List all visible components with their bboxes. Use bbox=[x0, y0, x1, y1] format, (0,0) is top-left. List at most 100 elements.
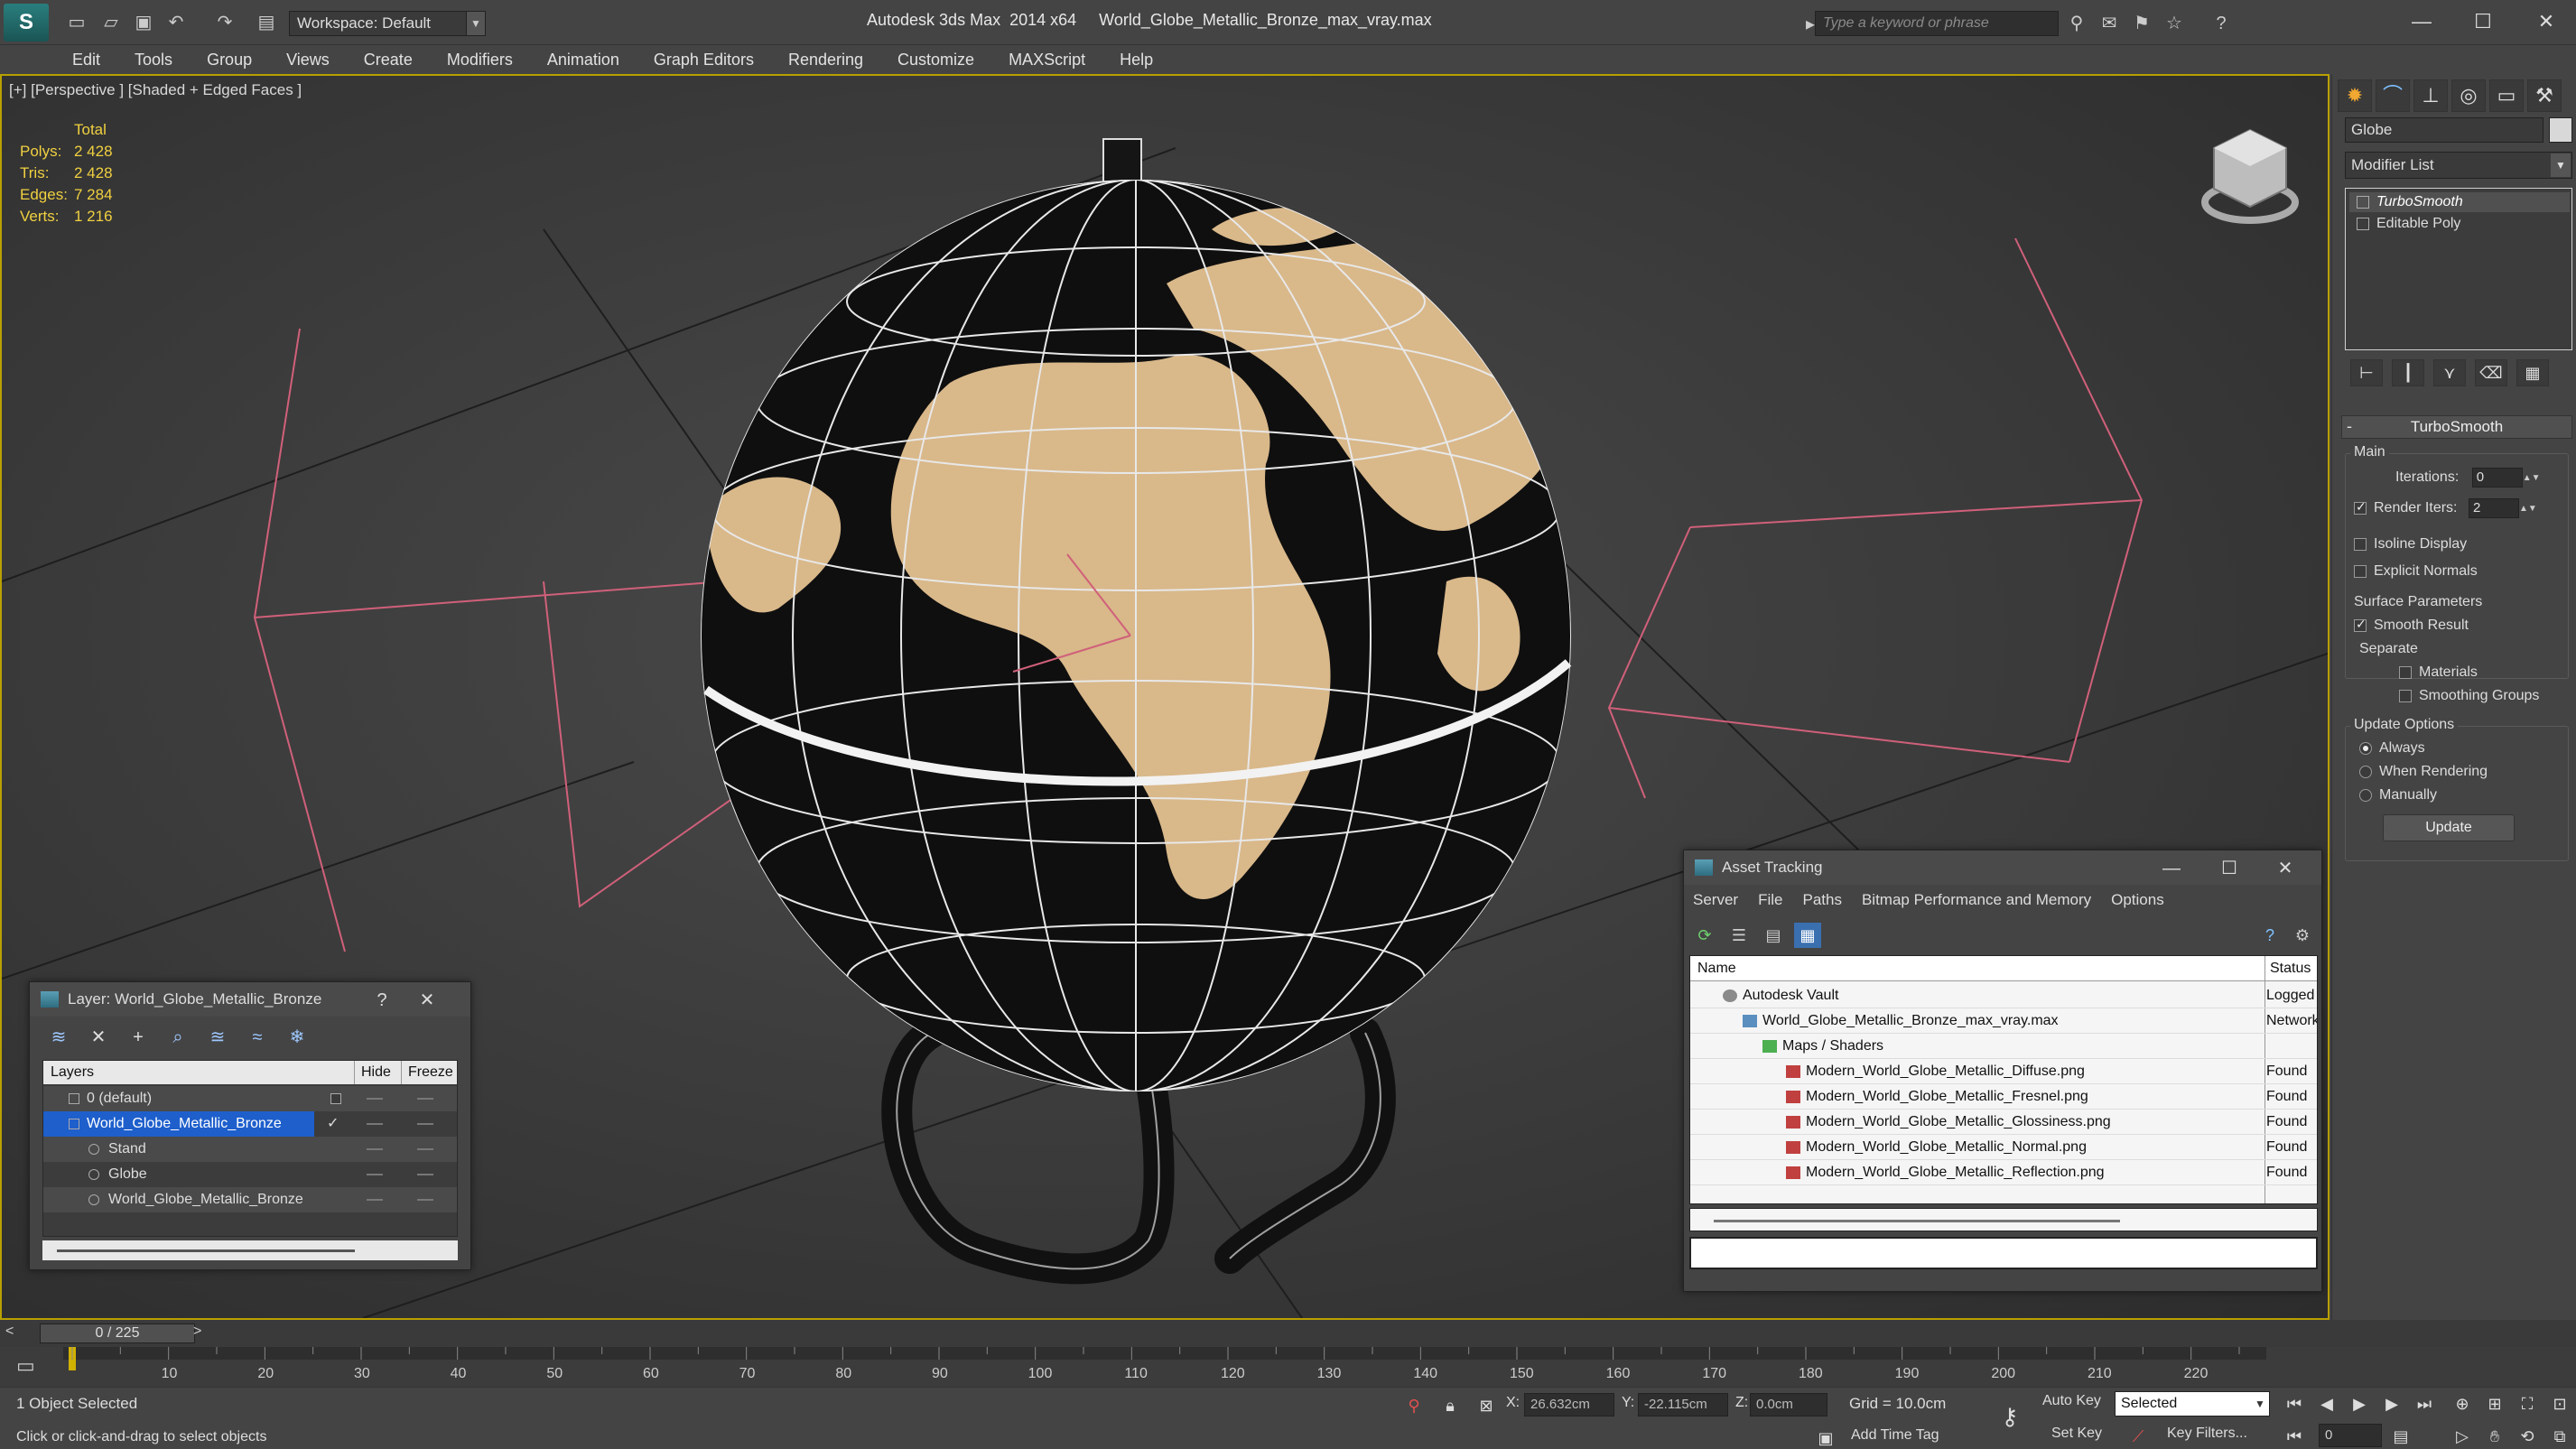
materials-checkbox[interactable] bbox=[2399, 665, 2412, 679]
hide-all-layers-icon[interactable]: ≈ bbox=[241, 1024, 274, 1051]
track-bar[interactable]: ▭ 10 20 30 40 50 60 70 80 90 100 110 120 130 140 150 16… bbox=[0, 1347, 2576, 1387]
orbit-icon[interactable]: ⟲ bbox=[2514, 1424, 2541, 1449]
smoothing-groups-row[interactable]: Smoothing Groups bbox=[2399, 688, 2539, 704]
hide-toggle[interactable] bbox=[367, 1098, 383, 1100]
asset-menu-server[interactable]: Server bbox=[1693, 891, 1738, 909]
maximize-icon[interactable]: ☐ bbox=[2456, 5, 2510, 38]
hide-toggle[interactable] bbox=[367, 1174, 383, 1175]
layer-row[interactable]: 0 (default) bbox=[43, 1086, 457, 1111]
when-rendering-row[interactable]: When Rendering bbox=[2359, 764, 2488, 780]
asset-row-texture[interactable]: Modern_World_Globe_Metallic_Normal.png F… bbox=[1690, 1135, 2317, 1160]
workspace-dropdown[interactable]: Workspace: Default bbox=[289, 11, 479, 36]
previous-frame-arrow[interactable]: < bbox=[5, 1324, 14, 1340]
menu-maxscript[interactable]: MAXScript bbox=[1009, 51, 1085, 70]
app-logo-icon[interactable]: S bbox=[4, 4, 49, 42]
asset-row-texture[interactable]: Modern_World_Globe_Metallic_Glossiness.p… bbox=[1690, 1110, 2317, 1135]
isoline-row[interactable]: Isoline Display bbox=[2354, 536, 2467, 553]
asset-list[interactable]: Name Status Autodesk Vault Logged O Worl… bbox=[1689, 955, 2318, 1204]
menu-help[interactable]: Help bbox=[1120, 51, 1153, 70]
col-freeze[interactable]: Freeze bbox=[408, 1061, 453, 1084]
collapse-rollout-icon[interactable]: - bbox=[2347, 415, 2352, 437]
explicit-normals-checkbox[interactable] bbox=[2354, 564, 2367, 578]
freeze-toggle[interactable] bbox=[417, 1123, 433, 1125]
add-to-layer-icon[interactable]: + bbox=[122, 1024, 154, 1051]
x-coord-field[interactable]: 26.632cm bbox=[1524, 1393, 1614, 1416]
smoothing-groups-checkbox[interactable] bbox=[2399, 689, 2412, 702]
col-name[interactable]: Name bbox=[1697, 956, 1736, 981]
modifier-list-dropdown[interactable]: Modifier List bbox=[2345, 152, 2572, 179]
time-tag-icon[interactable]: ▣ bbox=[1813, 1426, 1838, 1449]
search-input[interactable]: Type a keyword or phrase bbox=[1815, 11, 2059, 36]
zoom-extents-icon[interactable]: ⛶ bbox=[2514, 1391, 2541, 1416]
col-status[interactable]: Status bbox=[2270, 956, 2311, 981]
expand-plus-icon[interactable] bbox=[2357, 218, 2369, 230]
selection-lock-icon[interactable]: 🔒︎ bbox=[1437, 1393, 1463, 1418]
close-icon[interactable]: ✕ bbox=[2267, 858, 2303, 879]
new-file-icon[interactable]: ▭ bbox=[65, 11, 88, 34]
set-key-button[interactable]: Set Key bbox=[2051, 1426, 2102, 1442]
layers-list[interactable]: Layers Hide Freeze 0 (default) World_Glo… bbox=[42, 1060, 458, 1237]
freeze-toggle[interactable] bbox=[417, 1148, 433, 1150]
asset-menu-paths[interactable]: Paths bbox=[1802, 891, 1841, 909]
play-icon[interactable]: ▶︎ bbox=[2346, 1391, 2373, 1416]
z-coord-field[interactable]: 0.0cm bbox=[1750, 1393, 1827, 1416]
menu-tools[interactable]: Tools bbox=[135, 51, 172, 70]
auto-key-button[interactable]: Auto Key bbox=[2042, 1393, 2101, 1409]
object-color-swatch[interactable] bbox=[2549, 117, 2572, 143]
always-row[interactable]: Always bbox=[2359, 740, 2425, 757]
asset-tracking-window[interactable]: Asset Tracking — ☐ ✕ Server File Paths B… bbox=[1683, 850, 2322, 1292]
viewport-label[interactable]: [+] [Perspective ] [Shaded + Edged Faces… bbox=[9, 81, 302, 99]
close-icon[interactable]: ✕ bbox=[2519, 5, 2573, 38]
add-time-tag[interactable]: Add Time Tag bbox=[1851, 1427, 1939, 1444]
select-objects-icon[interactable]: ⌕ bbox=[162, 1024, 194, 1051]
asset-menu-bitmap-performance[interactable]: Bitmap Performance and Memory bbox=[1862, 891, 2091, 909]
viewcube-icon[interactable] bbox=[2187, 112, 2313, 238]
key-filters-button[interactable]: Key Filters... bbox=[2167, 1426, 2247, 1442]
save-file-icon[interactable]: ▣ bbox=[132, 11, 155, 34]
layer-row[interactable]: Stand bbox=[43, 1137, 457, 1162]
delete-layer-icon[interactable]: ✕ bbox=[82, 1024, 115, 1051]
asset-menu-file[interactable]: File bbox=[1758, 891, 1782, 909]
default-tangent-icon[interactable]: ⟋ bbox=[2125, 1424, 2151, 1449]
stack-item-turbosmooth[interactable]: TurboSmooth bbox=[2349, 192, 2570, 212]
previous-frame-icon[interactable]: ◀︎ bbox=[2313, 1391, 2340, 1416]
goto-end-icon[interactable]: ⏭ bbox=[2411, 1391, 2438, 1416]
frame-ruler[interactable]: 10 20 30 40 50 60 70 80 90 100 110 120 130 140 150 160 1… bbox=[63, 1347, 2266, 1387]
menu-rendering[interactable]: Rendering bbox=[788, 51, 863, 70]
subscription-icon[interactable]: ⚑ bbox=[2129, 13, 2154, 36]
time-slider-handle[interactable]: 0 / 225 bbox=[40, 1324, 195, 1343]
pan-view-icon[interactable]: ✋︎ bbox=[2481, 1424, 2508, 1449]
current-layer-checkbox[interactable] bbox=[330, 1093, 341, 1104]
col-layers[interactable]: Layers bbox=[51, 1061, 94, 1084]
make-unique-icon[interactable]: ⋎ bbox=[2433, 359, 2466, 386]
asset-row-vault[interactable]: Autodesk Vault Logged O bbox=[1690, 983, 2317, 1008]
menu-views[interactable]: Views bbox=[286, 51, 330, 70]
dropdown-arrow-icon[interactable]: ▼ bbox=[2250, 1391, 2270, 1416]
minimize-icon[interactable]: — bbox=[2395, 5, 2449, 38]
key-selection-dropdown[interactable]: Selected bbox=[2115, 1391, 2270, 1416]
minimize-icon[interactable]: — bbox=[2153, 858, 2190, 879]
remove-modifier-icon[interactable]: ⌫ bbox=[2475, 359, 2507, 386]
help-icon[interactable]: ? bbox=[364, 989, 400, 1011]
absolute-transform-icon[interactable]: ⊠ bbox=[1474, 1393, 1499, 1418]
menu-edit[interactable]: Edit bbox=[72, 51, 100, 70]
menu-graph-editors[interactable]: Graph Editors bbox=[654, 51, 754, 70]
iterations-spinner[interactable]: 0 bbox=[2471, 468, 2523, 488]
zoom-extents-all-icon[interactable]: ⊡ bbox=[2546, 1391, 2573, 1416]
asset-row-scene-file[interactable]: World_Globe_Metallic_Bronze_max_vray.max… bbox=[1690, 1008, 2317, 1034]
isoline-checkbox[interactable] bbox=[2354, 537, 2367, 551]
manually-radio[interactable] bbox=[2359, 788, 2372, 802]
layer-row-selected[interactable]: World_Globe_Metallic_Bronze ✓ bbox=[43, 1111, 457, 1137]
when-rendering-radio[interactable] bbox=[2359, 765, 2372, 778]
isolate-selection-icon[interactable]: ⚲ bbox=[1401, 1393, 1427, 1418]
hide-toggle[interactable] bbox=[367, 1148, 383, 1150]
close-icon[interactable]: ✕ bbox=[409, 989, 445, 1011]
favorites-star-icon[interactable]: ☆ bbox=[2162, 13, 2187, 36]
layer-row[interactable]: Globe bbox=[43, 1162, 457, 1187]
menu-create[interactable]: Create bbox=[364, 51, 413, 70]
menu-modifiers[interactable]: Modifiers bbox=[447, 51, 513, 70]
manually-row[interactable]: Manually bbox=[2359, 787, 2437, 803]
y-coord-field[interactable]: -22.115cm bbox=[1638, 1393, 1728, 1416]
modifier-list-arrow-icon[interactable]: ▼ bbox=[2551, 153, 2571, 177]
stack-item-editable-poly[interactable]: Editable Poly bbox=[2349, 214, 2570, 234]
